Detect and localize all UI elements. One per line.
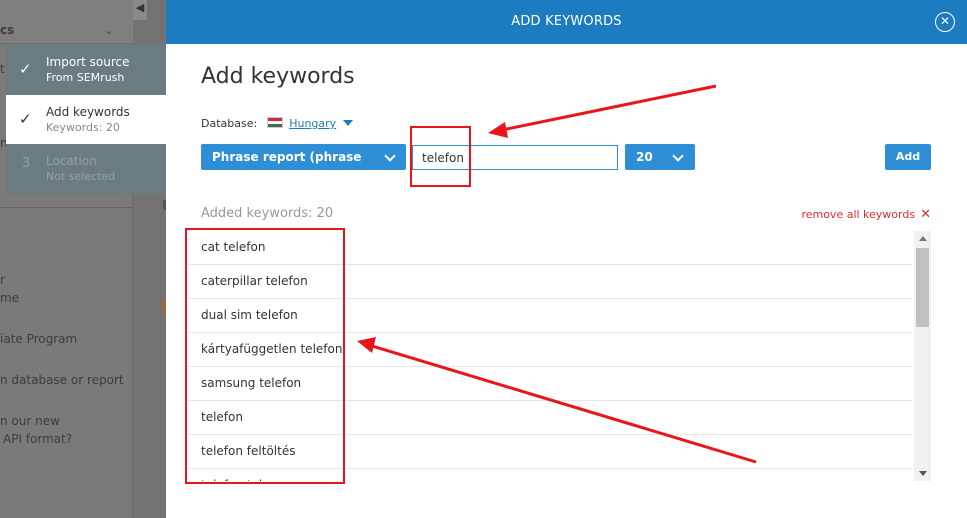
database-dropdown[interactable]: Hungary (289, 117, 336, 130)
scrollbar-thumb[interactable] (916, 248, 929, 327)
step-subtitle: Keywords: 20 (46, 121, 120, 134)
modal-header: ADD KEYWORDS ✕ (166, 0, 967, 44)
collapse-icon[interactable]: ◀ (133, 0, 147, 20)
step-subtitle: Not selected (46, 170, 116, 183)
report-type-label: Phrase report (phrase match) (212, 150, 362, 190)
remove-all-label: remove all keywords (801, 208, 916, 221)
close-icon[interactable]: ✕ (935, 12, 955, 32)
annotation-highlight-box (410, 126, 471, 187)
background-text: t (0, 62, 5, 76)
add-button[interactable]: Add (885, 144, 931, 170)
step-number: 3 (22, 156, 31, 171)
step-add-keywords[interactable]: ✓ Add keywords Keywords: 20 (6, 95, 166, 144)
background-menu-item: n database or report (0, 373, 124, 387)
step-title: Import source (46, 55, 130, 69)
hungary-flag-icon (266, 117, 283, 128)
background-menu-title: cs (0, 23, 15, 37)
background-text: API format? (3, 432, 73, 446)
report-type-select[interactable]: Phrase report (phrase match) (201, 144, 406, 190)
modal-title: ADD KEYWORDS (511, 14, 622, 29)
database-selector: Database: Hungary (201, 117, 353, 130)
database-label: Database: (201, 117, 258, 130)
chevron-down-icon (384, 150, 396, 162)
wizard-steps: ✓ Import source From SEMrush ✓ Add keywo… (6, 45, 166, 194)
scroll-down-arrow-icon[interactable] (919, 471, 927, 476)
remove-all-keywords-link[interactable]: remove all keywords ✕ (801, 207, 931, 222)
list-scrollbar[interactable] (914, 231, 931, 481)
background-text: n our new (0, 414, 60, 428)
step-title: Location (46, 154, 97, 168)
close-icon: ✕ (920, 207, 931, 222)
added-keywords-count: Added keywords: 20 (201, 206, 334, 221)
step-title: Add keywords (46, 105, 130, 119)
checkmark-icon: ✓ (19, 60, 32, 78)
background-text: r (0, 273, 5, 287)
background-sidebar-header (0, 0, 133, 44)
background-text: me (0, 291, 20, 305)
caret-down-icon[interactable] (342, 120, 353, 126)
annotation-highlight-box (185, 228, 345, 484)
checkmark-icon: ✓ (19, 110, 32, 128)
background-divider (0, 207, 133, 208)
step-subtitle: From SEMrush (46, 71, 125, 84)
background-menu-item: iate Program (0, 332, 78, 346)
page-title: Add keywords (201, 64, 355, 89)
step-location[interactable]: 3 Location Not selected (6, 144, 166, 194)
result-count-value: 20 (636, 150, 653, 164)
scroll-up-arrow-icon[interactable] (919, 236, 927, 241)
chevron-down-icon: ⌄ (104, 24, 114, 37)
result-count-select[interactable]: 20 (625, 144, 695, 170)
step-import-source[interactable]: ✓ Import source From SEMrush (6, 45, 166, 95)
chevron-down-icon (672, 150, 684, 162)
